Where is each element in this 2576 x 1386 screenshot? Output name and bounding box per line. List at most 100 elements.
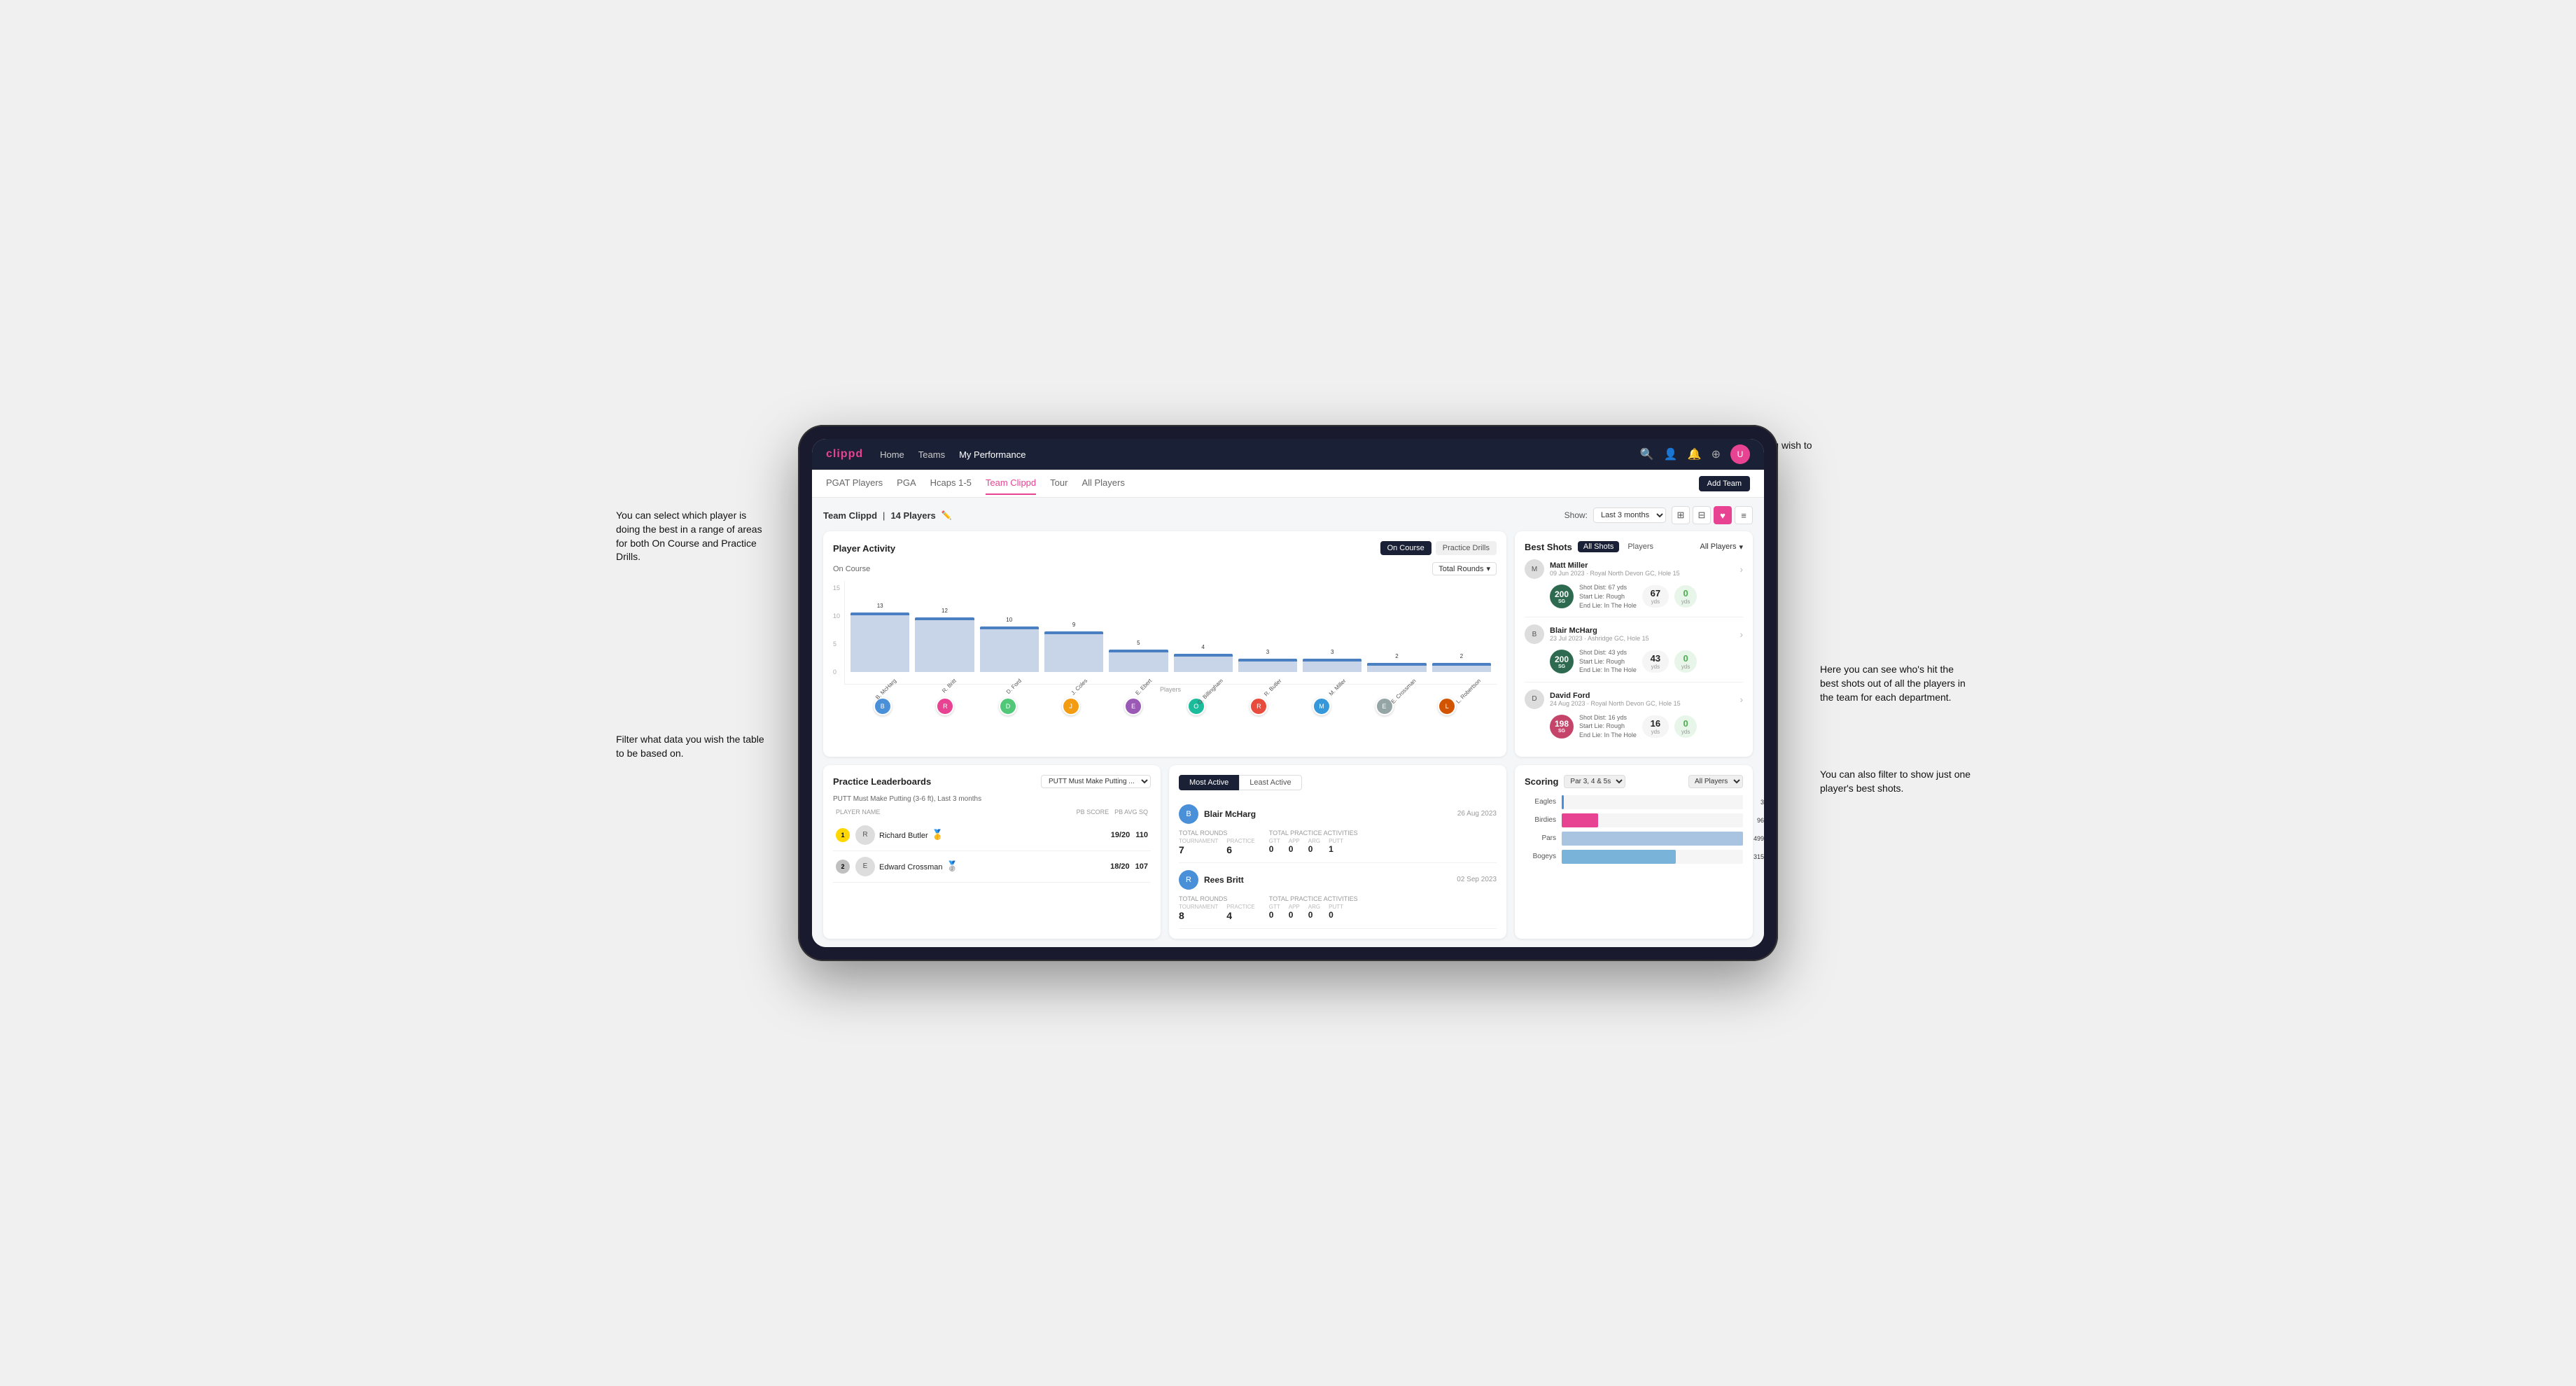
grid-view-button[interactable]: ⊞ — [1672, 506, 1690, 524]
rounds-subrow: Tournament 8 Practice 4 — [1179, 904, 1255, 921]
tournament-col: Tournament 7 — [1179, 838, 1218, 855]
bar[interactable]: 2 — [1367, 663, 1426, 672]
player-avatar[interactable]: R — [936, 697, 954, 715]
search-icon[interactable]: 🔍 — [1640, 447, 1654, 461]
least-active-tab[interactable]: Least Active — [1239, 775, 1301, 790]
shot-dist-text: Shot Dist: 67 yds — [1579, 583, 1637, 592]
bar[interactable]: 12 — [915, 617, 974, 672]
favorite-view-button[interactable]: ♥ — [1714, 506, 1732, 524]
chart-filter-dropdown[interactable]: Total Rounds ▾ — [1432, 562, 1497, 575]
scoring-par-filter[interactable]: Par 3, 4 & 5s — [1564, 775, 1625, 788]
subnav-team-clippd[interactable]: Team Clippd — [986, 472, 1036, 495]
active-stats-row: Total Rounds Tournament 7 Practice 6 Tot… — [1179, 830, 1497, 855]
player-avatar[interactable]: R — [1250, 697, 1268, 715]
bar[interactable]: 10 — [980, 626, 1039, 672]
show-filter: Show: Last 3 months Last 6 months Last y… — [1564, 506, 1753, 524]
show-label: Show: — [1564, 510, 1588, 520]
bar[interactable]: 13 — [850, 612, 909, 672]
player-avatar[interactable]: B — [874, 697, 892, 715]
scoring-chart: Eagles 3 Birdies 96 Pars 499 Bogeys 315 — [1525, 795, 1743, 864]
bell-icon[interactable]: 🔔 — [1688, 447, 1702, 461]
player-avatar[interactable]: L — [1438, 697, 1456, 715]
bar-value: 3 — [1266, 649, 1269, 655]
shot-detail-text: Shot Dist: 67 yds Start Lie: Rough End L… — [1579, 583, 1637, 610]
shot-distance-number: 43 — [1651, 653, 1660, 664]
nav-teams[interactable]: Teams — [918, 447, 945, 463]
chevron-right-icon: › — [1740, 694, 1743, 705]
player-avatar[interactable]: E — [1124, 697, 1142, 715]
lb-player-info: R Richard Butler 🥇 — [855, 825, 1105, 845]
active-player-name: Rees Britt — [1204, 875, 1244, 885]
annotation-filter: Filter what data you wish the table to b… — [616, 733, 770, 760]
badge-label: SG — [1558, 729, 1565, 734]
bar-value: 3 — [1331, 649, 1334, 655]
shot-item[interactable]: D David Ford 24 Aug 2023 · Royal North D… — [1525, 682, 1743, 747]
player-avatar[interactable]: D — [999, 697, 1017, 715]
medal-icon: 🥈 — [946, 860, 958, 872]
shot-player-meta: 24 Aug 2023 · Royal North Devon GC, Hole… — [1550, 700, 1734, 707]
all-shots-tab[interactable]: All Shots — [1578, 541, 1619, 552]
edit-icon[interactable]: ✏️ — [941, 510, 952, 520]
nav-home[interactable]: Home — [880, 447, 904, 463]
putt-label: PUTT — [1329, 904, 1343, 910]
bar-highlight — [1044, 631, 1103, 634]
subnav-all-players[interactable]: All Players — [1082, 472, 1124, 495]
add-team-button[interactable]: Add Team — [1699, 476, 1750, 491]
chevron-down-icon: ▾ — [1486, 564, 1490, 573]
player-avatar[interactable]: M — [1312, 697, 1331, 715]
bar[interactable]: 3 — [1303, 659, 1362, 672]
bar[interactable]: 3 — [1238, 659, 1297, 672]
shot-item[interactable]: M Matt Miller 09 Jun 2023 · Royal North … — [1525, 552, 1743, 617]
bar-highlight — [1367, 663, 1426, 666]
user-avatar[interactable]: U — [1730, 444, 1750, 464]
app-logo: clippd — [826, 448, 863, 461]
scoring-player-filter[interactable]: All Players — [1688, 775, 1743, 788]
period-select[interactable]: Last 3 months Last 6 months Last year — [1593, 507, 1666, 523]
shot-end-lie: End Lie: In The Hole — [1579, 601, 1637, 610]
leaderboards-title: Practice Leaderboards — [833, 776, 931, 787]
players-tab[interactable]: Players — [1622, 541, 1659, 552]
users-icon[interactable]: 👤 — [1664, 447, 1678, 461]
leaderboard-row[interactable]: 1 R Richard Butler 🥇 19/20 110 — [833, 820, 1151, 851]
add-icon[interactable]: ⊕ — [1712, 447, 1721, 461]
menu-view-button[interactable]: ≡ — [1735, 506, 1753, 524]
activity-tabs: On Course Practice Drills — [1380, 541, 1497, 555]
bar[interactable]: 9 — [1044, 631, 1103, 672]
player-avatar[interactable]: J — [1062, 697, 1080, 715]
on-course-tab[interactable]: On Course — [1380, 541, 1432, 555]
active-player-card[interactable]: R Rees Britt 02 Sep 2023 Total Rounds To… — [1179, 863, 1497, 929]
leaderboard-row[interactable]: 2 E Edward Crossman 🥈 18/20 107 — [833, 851, 1151, 883]
annotation-player-select: You can select which player is doing the… — [616, 509, 770, 564]
leaderboard-dropdown[interactable]: PUTT Must Make Putting ... — [1041, 775, 1151, 788]
shot-player-info: D David Ford 24 Aug 2023 · Royal North D… — [1525, 690, 1743, 709]
subnav-pga[interactable]: PGA — [897, 472, 916, 495]
shot-end-number: 0 — [1684, 653, 1688, 664]
subnav-pgat-players[interactable]: PGAT Players — [826, 472, 883, 495]
arg-value: 0 — [1308, 910, 1320, 920]
all-players-filter[interactable]: All Players ▾ — [1700, 542, 1744, 552]
rounds-label: Total Rounds — [1179, 895, 1255, 902]
bar-highlight — [1109, 650, 1168, 652]
practice-label: Practice — [1226, 838, 1254, 844]
nav-my-performance[interactable]: My Performance — [959, 447, 1026, 463]
leaderboard-rows: 1 R Richard Butler 🥇 19/20 110 2 E Edwar… — [833, 820, 1151, 883]
shot-start-lie: Start Lie: Rough — [1579, 722, 1637, 731]
bar[interactable]: 5 — [1109, 650, 1168, 672]
lb-pb-avg: 110 — [1135, 831, 1148, 839]
bar-group: 3M. Miller — [1303, 659, 1362, 684]
annotation-player-filter: You can also filter to show just one pla… — [1820, 768, 1974, 795]
gtt-col: GTT 0 — [1269, 838, 1280, 854]
subnav-tour[interactable]: Tour — [1050, 472, 1068, 495]
active-stats-row: Total Rounds Tournament 8 Practice 4 Tot… — [1179, 895, 1497, 921]
practice-drills-tab[interactable]: Practice Drills — [1436, 541, 1497, 555]
bar[interactable]: 4 — [1174, 654, 1233, 672]
lb-pb-avg: 107 — [1135, 862, 1148, 871]
shot-distance-unit: yds — [1651, 729, 1660, 735]
subnav-hcaps[interactable]: Hcaps 1-5 — [930, 472, 972, 495]
most-active-tab[interactable]: Most Active — [1179, 775, 1239, 790]
list-view-button[interactable]: ⊟ — [1693, 506, 1711, 524]
shot-item[interactable]: B Blair McHarg 23 Jul 2023 · Ashridge GC… — [1525, 617, 1743, 682]
active-player-card[interactable]: B Blair McHarg 26 Aug 2023 Total Rounds … — [1179, 797, 1497, 863]
active-player-header: R Rees Britt 02 Sep 2023 — [1179, 870, 1497, 890]
bar[interactable]: 2 — [1432, 663, 1491, 672]
